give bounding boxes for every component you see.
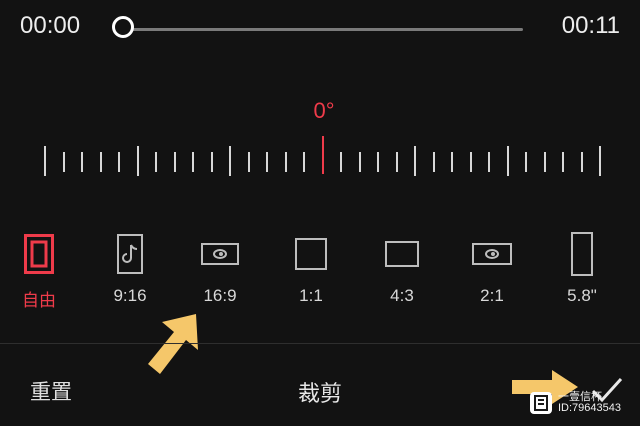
rectangle-4-3-icon	[367, 228, 437, 280]
progress-slider-handle[interactable]	[112, 16, 134, 38]
rotation-ruler[interactable]	[0, 130, 640, 190]
landscape-video-icon	[185, 228, 255, 280]
ratio-label: 9:16	[113, 286, 147, 305]
ruler-tick	[99, 152, 102, 172]
ruler-tick	[155, 152, 157, 172]
watermark-id: ID:79643543	[558, 402, 621, 414]
ruler-tick	[358, 152, 361, 172]
current-time: 00:00	[20, 12, 81, 39]
annotation-arrow-icon	[148, 314, 198, 374]
ruler-tick	[81, 152, 83, 172]
ruler-center-tick	[321, 136, 324, 174]
ruler-tick	[599, 146, 601, 176]
progress-track[interactable]	[125, 28, 523, 31]
ruler-tick	[284, 152, 287, 172]
ruler-tick	[525, 152, 527, 172]
ruler-tick	[395, 152, 398, 172]
wide-video-icon	[457, 228, 527, 280]
ruler-tick	[506, 146, 509, 176]
ruler-tick	[173, 152, 176, 172]
ratio-option-5-8-inch[interactable]: 5.8"	[547, 228, 617, 318]
bottom-divider	[0, 343, 640, 344]
ratio-label: 2:1	[480, 286, 504, 305]
ruler-tick	[247, 152, 250, 172]
ruler-tick	[192, 152, 194, 172]
ruler-tick	[432, 152, 435, 172]
ratio-label: 16:9	[203, 286, 237, 305]
free-crop-icon	[4, 228, 74, 280]
phone-portrait-icon	[547, 228, 617, 280]
ruler-tick	[118, 152, 120, 172]
ruler-tick	[266, 152, 268, 172]
ratio-option-9-16[interactable]: 9:16	[95, 228, 165, 318]
tiktok-portrait-icon	[95, 228, 165, 280]
ruler-tick	[44, 146, 46, 176]
ruler-tick	[210, 152, 213, 172]
ratio-option-1-1[interactable]: 1:1	[276, 228, 346, 318]
rotation-angle-label: 0°	[313, 98, 335, 123]
ruler-tick	[562, 152, 564, 172]
ratio-label: 1:1	[299, 286, 323, 305]
ratio-option-2-1[interactable]: 2:1	[457, 228, 527, 318]
ruler-tick	[451, 152, 453, 172]
square-icon	[276, 228, 346, 280]
ratio-option-16-9[interactable]: 16:9	[185, 228, 255, 318]
ruler-tick	[469, 152, 472, 172]
total-time: 00:11	[561, 12, 620, 39]
aspect-ratio-list: 自由 9:16 16:9 1:1 4:3 2:1 5.8"	[0, 228, 640, 318]
ruler-tick	[414, 146, 416, 176]
ruler-tick	[340, 152, 342, 172]
ratio-option-4-3[interactable]: 4:3	[367, 228, 437, 318]
ratio-label: 5.8"	[567, 286, 597, 305]
ruler-tick	[303, 152, 305, 172]
ruler-tick	[136, 146, 139, 176]
ruler-tick	[377, 152, 379, 172]
ruler-tick	[62, 152, 65, 172]
ruler-tick	[229, 146, 231, 176]
ratio-option-free[interactable]: 自由	[4, 228, 74, 318]
ruler-tick	[488, 152, 490, 172]
ratio-label: 自由	[22, 291, 56, 310]
watermark-logo-icon	[530, 392, 552, 414]
ruler-tick	[580, 152, 583, 172]
ratio-label: 4:3	[390, 286, 414, 305]
ruler-tick	[543, 152, 546, 172]
